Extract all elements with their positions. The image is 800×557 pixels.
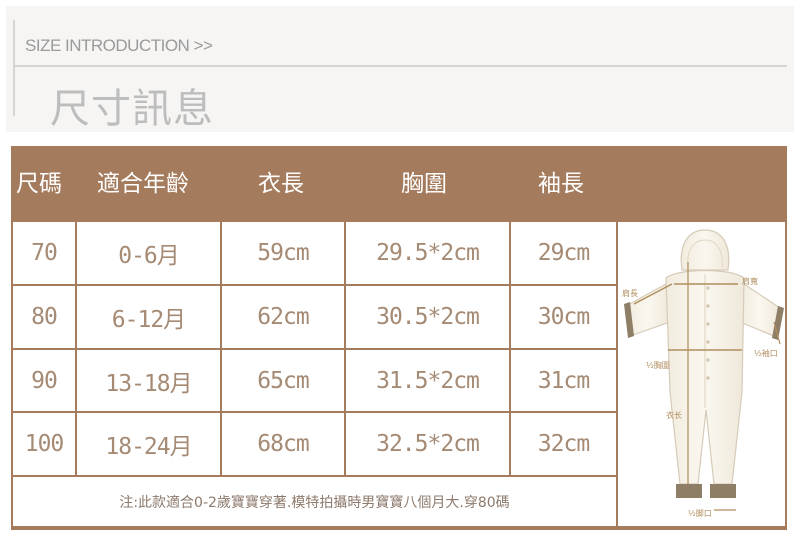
table-cell: 18-24月 <box>77 413 220 475</box>
table-cell: 30cm <box>511 286 616 348</box>
table-cell: 90 <box>13 350 75 411</box>
table-cell: 65cm <box>222 350 344 411</box>
section-title: 尺寸訊息 <box>50 86 214 132</box>
table-note: 注:此款適合0-2歲寶寶穿著.模特拍攝時男寶寶八個月大.穿80碼 <box>13 477 616 526</box>
col-header-sleeve: 袖長 <box>538 171 584 197</box>
table-cell: 13-18月 <box>77 350 220 411</box>
table-cell: 100 <box>13 413 75 475</box>
table-cell: 29cm <box>511 222 616 284</box>
table-body: 70 0-6月 59cm 29.5*2cm 29cm 80 6-12月 62cm… <box>13 222 785 528</box>
diagram-label-shoulder-right: 肩寬 <box>742 276 758 286</box>
table-cell: 70 <box>13 222 75 284</box>
col-header-chest: 胸圍 <box>401 171 447 197</box>
romper-illustration: 肩長 肩寬 ½胸圍 ½袖口 衣长 ½脚口 <box>622 229 784 518</box>
header-divider-horizontal <box>13 65 787 67</box>
table-cell: 68cm <box>222 413 344 475</box>
table-cell: 32.5*2cm <box>346 413 509 475</box>
table-cell: 30.5*2cm <box>346 286 509 348</box>
diagram-label-shoulder-left: 肩長 <box>622 288 638 298</box>
table-cell: 31.5*2cm <box>346 350 509 411</box>
table-cell: 62cm <box>222 286 344 348</box>
table-cell: 32cm <box>511 413 616 475</box>
col-header-length: 衣長 <box>258 171 304 197</box>
size-table: 尺碼 適合年齡 衣長 胸圍 袖長 70 0-6月 59cm 29.5*2cm 2… <box>11 146 787 530</box>
table-cell: 0-6月 <box>77 222 220 284</box>
table-cell: 29.5*2cm <box>346 222 509 284</box>
table-header: 尺碼 適合年齡 衣長 胸圍 袖長 <box>11 146 787 222</box>
col-header-size: 尺碼 <box>16 171 62 197</box>
diagram-label-length: 衣长 <box>666 410 682 420</box>
garment-diagram: 肩長 肩寬 ½胸圍 ½袖口 衣长 ½脚口 <box>618 222 785 526</box>
table-cell: 59cm <box>222 222 344 284</box>
section-subtitle: SIZE INTRODUCTION >> <box>25 36 213 55</box>
table-cell: 6-12月 <box>77 286 220 348</box>
diagram-label-chest: ½胸圍 <box>646 360 670 370</box>
table-cell: 31cm <box>511 350 616 411</box>
table-cell: 80 <box>13 286 75 348</box>
header-divider-vertical <box>13 20 15 116</box>
diagram-label-leg-opening: ½脚口 <box>688 508 712 518</box>
diagram-label-cuff: ½袖口 <box>754 348 778 358</box>
col-header-age: 適合年齡 <box>97 171 189 197</box>
